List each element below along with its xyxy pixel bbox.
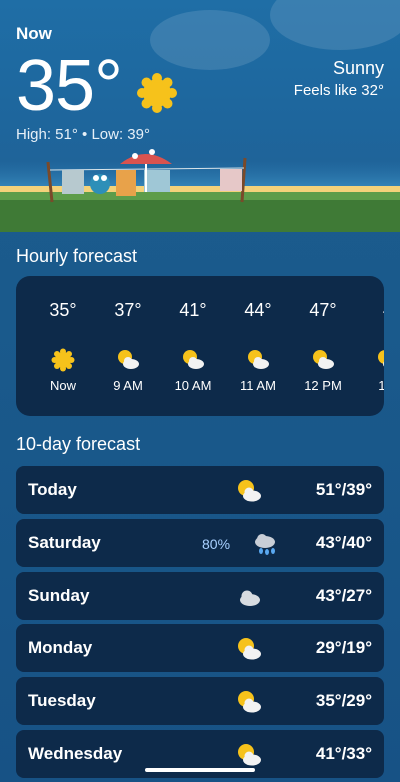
day-name: Wednesday bbox=[28, 744, 123, 763]
daily-row-saturday[interactable]: Saturday 80% 43°/40° bbox=[16, 519, 384, 567]
home-indicator[interactable] bbox=[145, 768, 255, 772]
day-temps: 43°/40° bbox=[315, 533, 372, 552]
day-temps: 35°/29° bbox=[315, 691, 372, 710]
daily-row-monday[interactable]: Monday 29°/19° bbox=[16, 624, 384, 672]
background-cloud bbox=[150, 10, 270, 70]
hourly-temp: 47° bbox=[309, 300, 337, 320]
partly-cloudy-icon bbox=[118, 350, 139, 369]
hourly-forecast-card[interactable]: 35° Now 37° 9 AM 41° 10 AM 44° 11 AM 47° bbox=[16, 276, 384, 416]
condition-text: Sunny bbox=[332, 58, 384, 78]
background-cloud bbox=[270, 0, 400, 50]
hourly-forecast-title: Hourly forecast bbox=[16, 246, 138, 266]
current-temperature: 35° bbox=[16, 46, 123, 126]
hourly-item[interactable]: 41° 10 AM bbox=[161, 276, 225, 416]
hourly-item[interactable]: 37° 9 AM bbox=[96, 276, 160, 416]
partly-cloudy-icon bbox=[238, 744, 261, 766]
sun-icon bbox=[51, 348, 75, 372]
sun-icon bbox=[137, 73, 177, 113]
partly-cloudy-icon bbox=[238, 638, 261, 660]
hourly-time: 1 P bbox=[378, 378, 384, 393]
partly-cloudy-icon bbox=[183, 350, 204, 369]
daily-row-tuesday[interactable]: Tuesday 35°/29° bbox=[16, 677, 384, 725]
day-temps: 29°/19° bbox=[315, 638, 372, 657]
partly-cloudy-icon bbox=[248, 350, 269, 369]
daily-row-today[interactable]: Today 51°/39° bbox=[16, 466, 384, 514]
day-name: Sunday bbox=[28, 586, 90, 605]
day-temps: 43°/27° bbox=[315, 586, 372, 605]
hourly-item[interactable]: 35° Now bbox=[31, 276, 95, 416]
precip-chance: 80% bbox=[202, 536, 231, 552]
day-name: Monday bbox=[28, 638, 93, 657]
partly-cloudy-icon bbox=[378, 350, 384, 367]
partly-cloudy-icon bbox=[238, 480, 261, 502]
cloud-icon bbox=[240, 590, 260, 606]
scenery-illustration bbox=[0, 149, 400, 232]
hourly-item[interactable]: 47° 12 PM bbox=[291, 276, 355, 416]
current-conditions-hero: Now 35° High: 51° • Low: 39° Sunny Feels… bbox=[0, 0, 400, 232]
hourly-temp: 4 bbox=[356, 300, 384, 321]
rain-icon bbox=[255, 534, 275, 555]
day-name: Saturday bbox=[28, 533, 101, 552]
now-label: Now bbox=[16, 24, 52, 43]
hourly-temp: 41° bbox=[179, 300, 207, 320]
partly-cloudy-icon bbox=[313, 350, 334, 369]
ten-day-forecast-title: 10-day forecast bbox=[16, 434, 141, 454]
day-name: Today bbox=[28, 480, 77, 499]
day-name: Tuesday bbox=[28, 691, 96, 710]
day-temps: 41°/33° bbox=[315, 744, 372, 763]
hourly-item[interactable]: 4 1 P bbox=[356, 276, 384, 416]
hourly-temp: 44° bbox=[244, 300, 272, 320]
hourly-item[interactable]: 44° 11 AM bbox=[226, 276, 290, 416]
day-temps: 51°/39° bbox=[315, 480, 372, 499]
daily-row-sunday[interactable]: Sunday 43°/27° bbox=[16, 572, 384, 620]
feels-like-text: Feels like 32° bbox=[293, 82, 384, 99]
hourly-temp: 35° bbox=[49, 300, 77, 320]
hourly-temp: 37° bbox=[114, 300, 142, 320]
partly-cloudy-icon bbox=[238, 691, 261, 713]
